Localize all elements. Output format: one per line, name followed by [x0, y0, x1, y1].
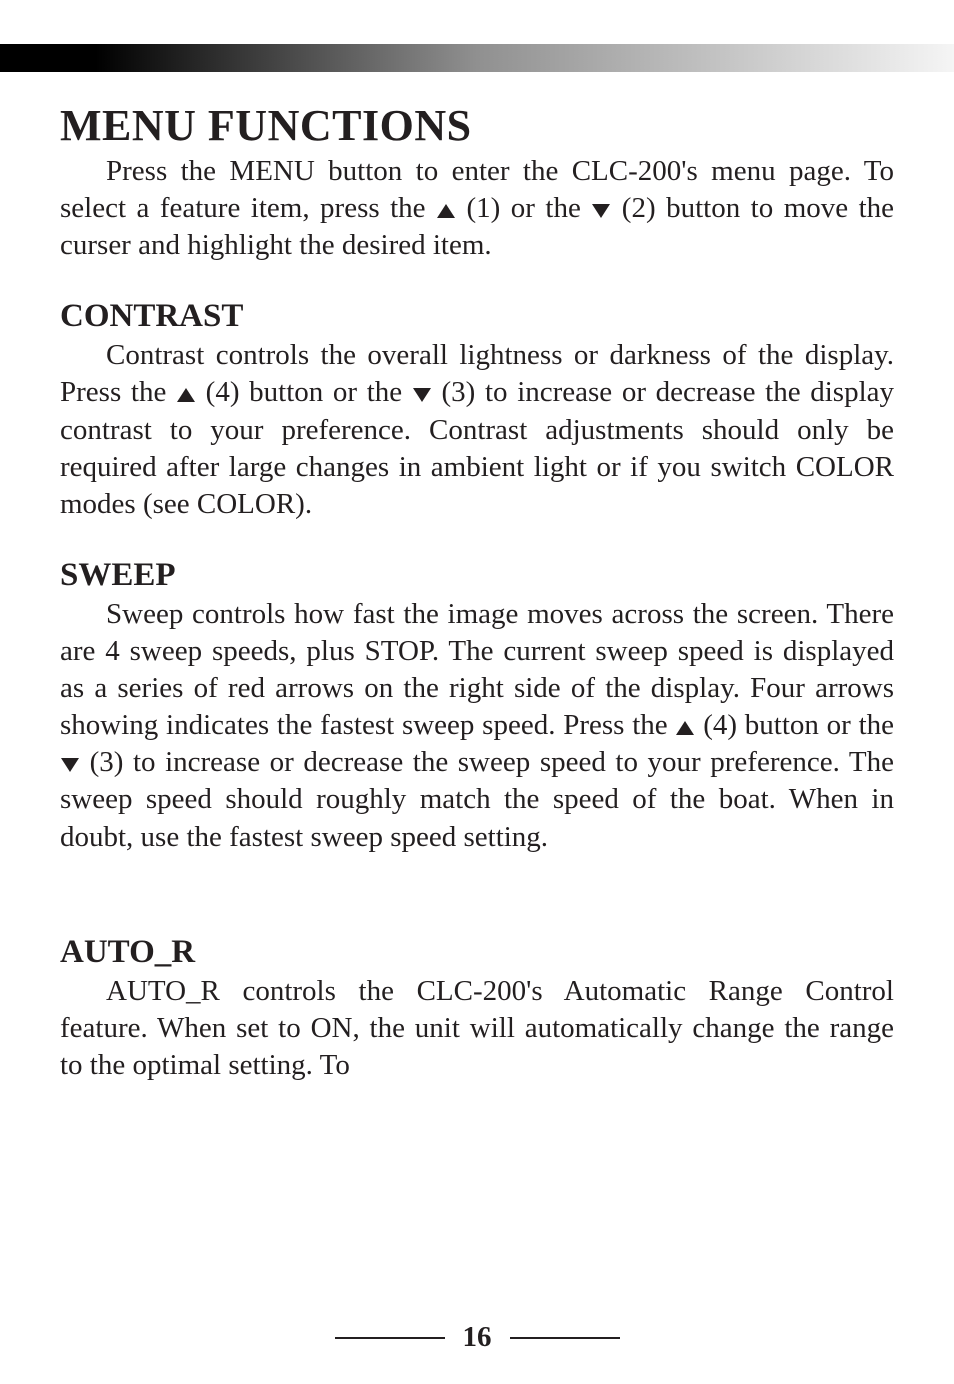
title-menu-functions: MENU FUNCTIONS	[60, 100, 894, 151]
heading-auto-r: AUTO_R	[60, 934, 894, 971]
auto-r-text: AUTO_R controls the CLC-200's Automatic …	[60, 975, 894, 1081]
sweep-text-3: (3) to increase or decrease the sweep sp…	[60, 746, 894, 852]
contrast-text-2: (4) button or the	[206, 376, 412, 408]
intro-paragraph: Press the MENU button to enter the CLC-2…	[60, 153, 894, 264]
down-triangle-icon	[60, 757, 80, 773]
page-content: MENU FUNCTIONS Press the MENU button to …	[60, 100, 894, 1084]
down-triangle-icon	[412, 387, 432, 403]
footer-rule-left	[335, 1337, 445, 1339]
intro-text-2: (1) or the	[467, 192, 592, 224]
header-gradient-bar	[0, 44, 954, 72]
footer-rule-right	[510, 1337, 620, 1339]
up-triangle-icon	[176, 387, 196, 403]
heading-contrast: CONTRAST	[60, 298, 894, 335]
contrast-paragraph: Contrast controls the overall lightness …	[60, 337, 894, 523]
up-triangle-icon	[675, 720, 695, 736]
page-number: 16	[463, 1321, 492, 1354]
heading-sweep: SWEEP	[60, 557, 894, 594]
sweep-paragraph: Sweep controls how fast the image moves …	[60, 596, 894, 856]
auto-r-paragraph: AUTO_R controls the CLC-200's Automatic …	[60, 973, 894, 1084]
up-triangle-icon	[436, 203, 456, 219]
page-footer: 16	[0, 1321, 954, 1354]
down-triangle-icon	[591, 203, 611, 219]
sweep-text-2: (4) button or the	[703, 709, 894, 741]
